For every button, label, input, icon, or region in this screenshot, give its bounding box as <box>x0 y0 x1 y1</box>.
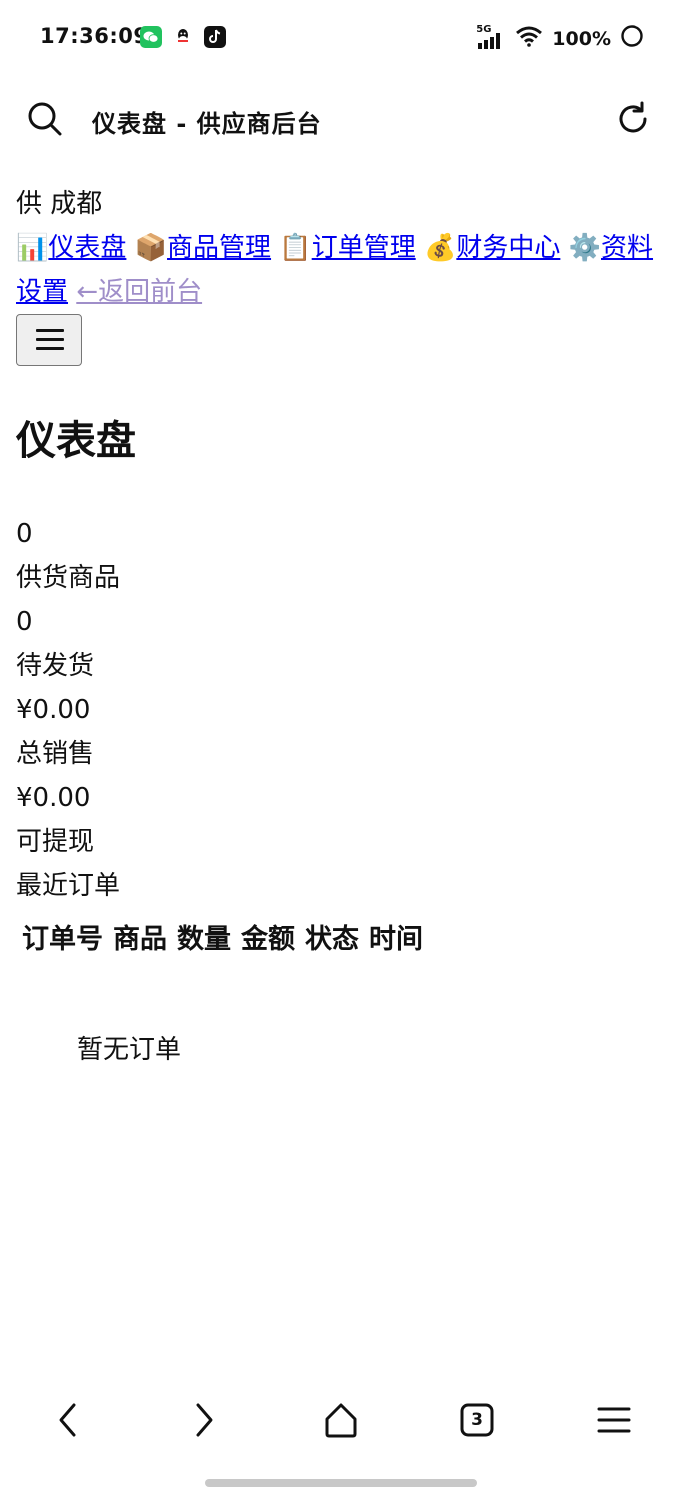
column-header: 金额 <box>241 924 295 955</box>
orders-empty-message: 暂无订单 <box>77 1035 182 1065</box>
stat-label: 待发货 <box>16 651 95 681</box>
wechat-icon <box>140 26 162 48</box>
status-right: 5G 100% <box>476 24 644 53</box>
battery-text: 100% <box>552 27 611 50</box>
browser-toolbar: 仪表盘 - 供应商后台 <box>0 82 682 158</box>
stat-label: 可提现 <box>16 827 95 857</box>
clipboard-icon: 📋 <box>279 233 312 263</box>
page-title: 仪表盘 <box>16 418 136 464</box>
column-header: 商品 <box>113 924 167 955</box>
search-icon[interactable] <box>26 100 64 138</box>
browser-bottom-nav: 3 <box>0 1384 682 1456</box>
status-time: 17:36:09 <box>40 24 149 48</box>
column-header: 时间 <box>369 924 423 955</box>
nav-products-label: 商品管理 <box>167 233 272 263</box>
back-icon[interactable] <box>46 1398 90 1442</box>
stat-value: ¥0.00 <box>16 695 91 725</box>
qq-icon <box>172 26 194 48</box>
refresh-icon[interactable] <box>614 100 652 138</box>
nav-orders-label: 订单管理 <box>311 233 416 263</box>
orders-table-header: 订单号 商品 数量 金额 状态 时间 <box>22 918 666 962</box>
page-tab-title[interactable]: 仪表盘 - 供应商后台 <box>92 104 322 139</box>
wifi-icon <box>515 25 543 52</box>
column-header: 状态 <box>305 924 359 955</box>
sidebar-nav: 📊仪表盘 📦商品管理 📋订单管理 💰财务中心 ⚙️资料设置 ←返回前台 <box>16 226 666 314</box>
nav-finance[interactable]: 💰财务中心 <box>424 233 560 263</box>
stat-value: 0 <box>16 607 33 637</box>
notification-icons <box>140 26 226 48</box>
stat-label: 总销售 <box>16 739 95 769</box>
sidebar-brand: 供 成都 <box>16 189 103 219</box>
back-to-frontend-link[interactable]: ←返回前台 <box>76 277 202 307</box>
status-bar: 17:36:09 5G 100% <box>0 0 682 76</box>
menu-toggle-button[interactable] <box>16 314 82 366</box>
column-header: 数量 <box>177 924 231 955</box>
column-header: 订单号 <box>22 924 103 955</box>
hamburger-icon-line <box>36 338 64 341</box>
hamburger-icon-line <box>36 329 64 332</box>
tiktok-icon <box>204 26 226 48</box>
money-bag-icon: 💰 <box>423 233 457 263</box>
stat-label: 供货商品 <box>16 563 121 593</box>
gear-icon: ⚙️ <box>568 233 601 263</box>
nav-orders[interactable]: 📋订单管理 <box>279 233 415 263</box>
home-icon[interactable] <box>319 1398 363 1442</box>
tab-count: 3 <box>471 1410 483 1430</box>
tabs-button[interactable]: 3 <box>455 1398 499 1442</box>
nav-finance-label: 财务中心 <box>456 233 561 263</box>
gesture-home-indicator[interactable] <box>205 1479 477 1487</box>
page-content: 供 成都 📊仪表盘 📦商品管理 📋订单管理 💰财务中心 ⚙️资料设置 ←返回前台… <box>16 182 666 1072</box>
nav-dashboard-label: 仪表盘 <box>48 233 127 263</box>
stat-value: 0 <box>16 519 33 549</box>
battery-icon <box>620 24 644 53</box>
nav-products[interactable]: 📦商品管理 <box>135 233 271 263</box>
hamburger-icon-line <box>36 347 64 350</box>
chart-icon: 📊 <box>16 233 49 263</box>
recent-orders-heading: 最近订单 <box>16 871 121 901</box>
menu-icon[interactable] <box>592 1398 636 1442</box>
nav-dashboard[interactable]: 📊仪表盘 <box>16 233 126 263</box>
stat-value: ¥0.00 <box>16 783 91 813</box>
forward-icon[interactable] <box>182 1398 226 1442</box>
stats-list: 0 供货商品 0 待发货 ¥0.00 总销售 ¥0.00 可提现 <box>16 512 666 864</box>
signal-icon: 5G <box>476 24 506 51</box>
package-icon: 📦 <box>134 233 168 263</box>
